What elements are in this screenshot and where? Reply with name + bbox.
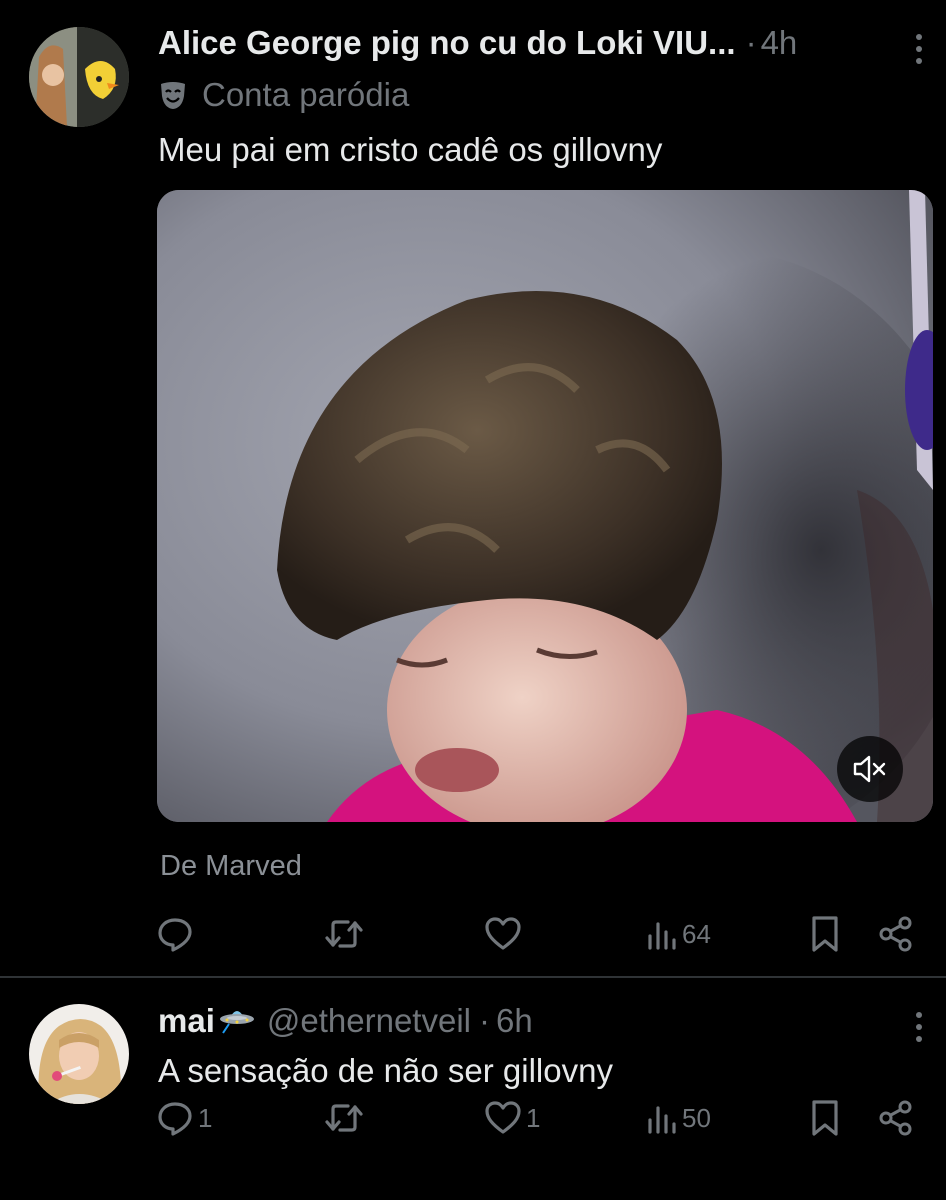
share-button[interactable]: [878, 914, 914, 954]
like-button[interactable]: [484, 914, 522, 954]
display-name[interactable]: mai: [158, 1002, 215, 1040]
retweet-button[interactable]: [324, 1098, 364, 1138]
badge-label: Conta paródia: [202, 76, 410, 113]
heart-icon: [485, 1101, 521, 1134]
reply-button[interactable]: [156, 914, 194, 954]
tweet-text: A sensação de não ser gillovny: [158, 1052, 613, 1089]
timestamp[interactable]: 4h: [761, 24, 798, 62]
tweet-2[interactable]: mai @ethernetveil · 6h A sensação de não…: [0, 978, 946, 1200]
more-options-icon[interactable]: [916, 34, 924, 70]
views-count: 50: [682, 1102, 711, 1133]
bookmark-button[interactable]: [810, 914, 840, 954]
separator-dot: ·: [745, 24, 757, 61]
reply-count: 1: [198, 1102, 213, 1133]
bookmark-icon: [812, 916, 838, 952]
views-count: 64: [682, 918, 711, 949]
bookmark-button[interactable]: [810, 1098, 840, 1138]
retweet-icon: [325, 920, 363, 948]
theater-mask-icon: [161, 82, 185, 109]
user-handle[interactable]: @ethernetveil: [267, 1002, 471, 1040]
views-button[interactable]: 50: [646, 1098, 711, 1138]
reply-button[interactable]: 1: [156, 1098, 212, 1138]
tweet-text: Meu pai em cristo cadê os gillovny: [158, 131, 663, 168]
avatar[interactable]: [29, 27, 129, 127]
tweet-actions: 64: [156, 914, 916, 954]
share-icon: [879, 916, 912, 952]
retweet-button[interactable]: [324, 914, 364, 954]
mute-toggle-button[interactable]: [837, 736, 903, 802]
reply-icon: [158, 918, 192, 952]
ufo-icon: [219, 1011, 254, 1034]
timestamp[interactable]: 6h: [496, 1002, 533, 1040]
speaker-muted-icon: [853, 755, 886, 783]
more-options-icon[interactable]: [916, 1012, 924, 1048]
tweet-1[interactable]: Alice George pig no cu do Loki VIU... · …: [0, 0, 946, 978]
tweet-actions: 1 1 50: [156, 1098, 916, 1138]
parody-badge: Conta paródia: [158, 76, 409, 114]
share-icon: [879, 1100, 912, 1136]
retweet-icon: [325, 1104, 363, 1132]
separator-dot: ·: [478, 1002, 490, 1039]
views-button[interactable]: 64: [646, 914, 711, 954]
views-bar-chart-icon: [648, 922, 676, 950]
display-name[interactable]: Alice George pig no cu do Loki VIU...: [158, 24, 736, 62]
tweet-header: mai @ethernetveil · 6h: [158, 1002, 533, 1040]
views-bar-chart-icon: [648, 1106, 676, 1134]
reply-icon: [158, 1102, 192, 1136]
media-attribution[interactable]: De Marved: [160, 850, 302, 883]
tweet-header: Alice George pig no cu do Loki VIU... · …: [158, 24, 797, 62]
avatar[interactable]: [29, 1004, 129, 1104]
heart-icon: [485, 917, 521, 950]
like-button[interactable]: 1: [484, 1098, 540, 1138]
share-button[interactable]: [878, 1098, 914, 1138]
bookmark-icon: [812, 1100, 838, 1136]
video-frame: [157, 190, 933, 822]
tweet-video[interactable]: [157, 190, 933, 822]
like-count: 1: [526, 1102, 541, 1133]
